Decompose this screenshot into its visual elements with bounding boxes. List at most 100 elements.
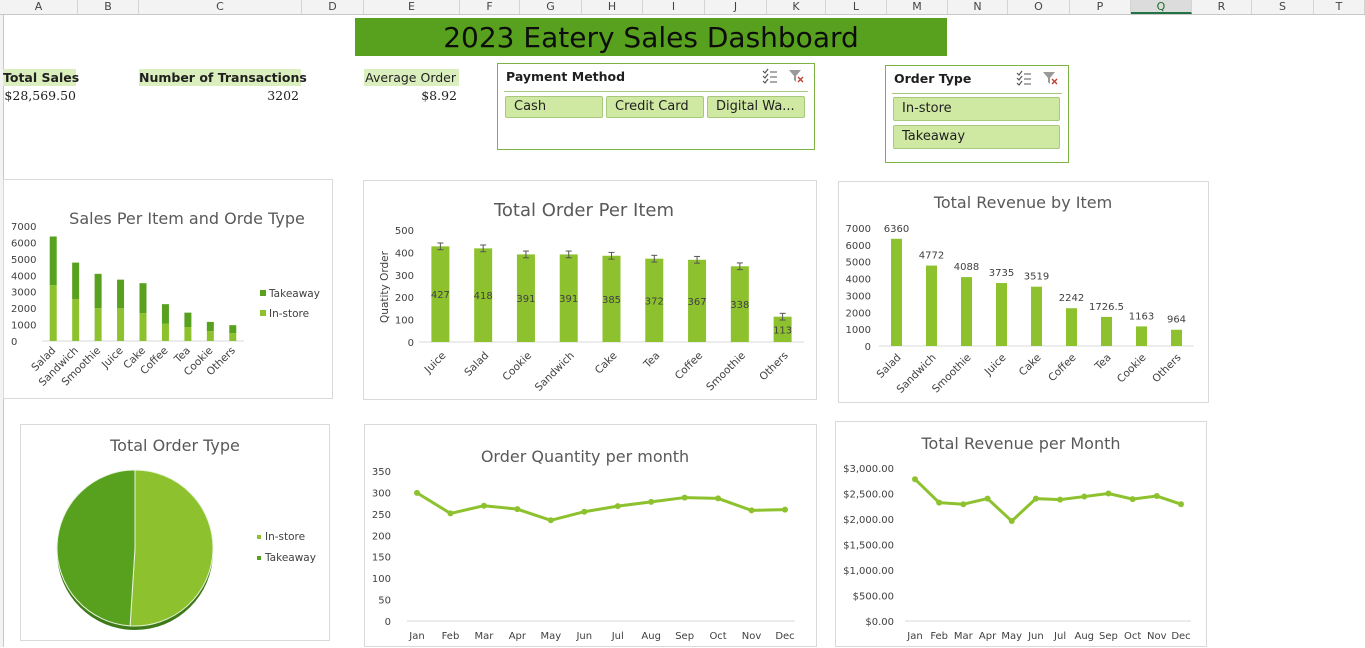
chart-total-revenue-by-item[interactable]: Total Revenue by Item 0 1000 2000 3000 4000 50… [838, 181, 1209, 403]
data-point[interactable] [782, 506, 788, 513]
data-point[interactable] [1153, 493, 1160, 500]
column-header-bar: ABCDEFGHIJKLMNOPQRST [0, 0, 1365, 15]
data-point[interactable] [1032, 495, 1039, 502]
column-header-g[interactable]: G [520, 0, 582, 14]
multi-select-icon[interactable] [1016, 70, 1032, 86]
bar-in-store[interactable] [229, 333, 237, 341]
data-point[interactable] [984, 495, 991, 502]
multi-select-icon[interactable] [762, 68, 778, 84]
data-point[interactable] [1081, 493, 1088, 500]
x-tick-label: Nov [742, 631, 762, 642]
bar[interactable] [1066, 308, 1077, 346]
data-point[interactable] [1178, 501, 1184, 508]
column-header-p[interactable]: P [1070, 0, 1131, 14]
bar-takeaway[interactable] [229, 325, 237, 334]
column-header-h[interactable]: H [582, 0, 643, 14]
bar-takeaway[interactable] [94, 273, 102, 309]
column-header-c[interactable]: C [139, 0, 302, 14]
bar-takeaway[interactable] [72, 262, 80, 300]
data-point[interactable] [547, 517, 554, 524]
data-point[interactable] [1008, 518, 1015, 525]
data-point[interactable] [1057, 496, 1064, 503]
data-point[interactable] [581, 508, 588, 515]
clear-filter-icon[interactable] [1042, 70, 1058, 86]
bar-takeaway[interactable] [139, 283, 147, 314]
column-header-b[interactable]: B [78, 0, 139, 14]
bar-in-store[interactable] [161, 323, 169, 341]
data-point[interactable] [912, 476, 918, 483]
bar-in-store[interactable] [139, 313, 147, 341]
column-header-i[interactable]: I [643, 0, 705, 14]
column-header-t[interactable]: T [1314, 0, 1365, 14]
data-point[interactable] [681, 494, 688, 501]
payment-method-title: Payment Method [506, 69, 626, 84]
column-header-e[interactable]: E [364, 0, 460, 14]
data-point[interactable] [748, 507, 755, 514]
data-point[interactable] [614, 503, 621, 510]
chart-total-order-per-item[interactable]: Total Order Per Item Quatity Order 0 100 200… [363, 180, 817, 400]
bar[interactable] [961, 277, 972, 346]
bar[interactable] [996, 283, 1007, 346]
bar-in-store[interactable] [94, 308, 102, 341]
data-point[interactable] [648, 498, 655, 505]
slicer-option-in-store[interactable]: In-store [893, 97, 1060, 121]
column-header-q[interactable]: Q [1131, 0, 1192, 14]
clear-filter-icon[interactable] [788, 68, 804, 84]
data-label: 3735 [989, 268, 1014, 279]
column-header-a[interactable]: A [0, 0, 78, 14]
x-tick-label: Tea [641, 350, 663, 372]
payment-method-slicer[interactable]: Payment Method Cash Credit Card Digital … [497, 63, 815, 150]
data-point[interactable] [1129, 496, 1136, 503]
bar-in-store[interactable] [49, 285, 57, 341]
bar-takeaway[interactable] [184, 312, 192, 328]
bar[interactable] [1136, 326, 1147, 346]
pie-slice-takeaway[interactable] [56, 469, 136, 627]
chart-revenue-per-month[interactable]: Total Revenue per Month $0.00 $500.00 $1,00… [835, 421, 1207, 647]
bar-in-store[interactable] [117, 308, 125, 341]
x-tick-label: Feb [930, 631, 948, 642]
slicer-option-digital-wallet[interactable]: Digital Wa... [707, 96, 805, 118]
chart-total-order-type[interactable]: Total Order Type In-store Takeaway [20, 424, 330, 641]
order-type-slicer[interactable]: Order Type In-store Takeaway [885, 65, 1069, 163]
slicer-option-credit-card[interactable]: Credit Card [606, 96, 704, 118]
series-line[interactable] [913, 478, 1182, 523]
column-header-n[interactable]: N [948, 0, 1008, 14]
y-tick-label: $1,500.00 [843, 541, 894, 552]
data-point[interactable] [414, 489, 420, 496]
bar-in-store[interactable] [72, 299, 80, 341]
column-header-s[interactable]: S [1252, 0, 1314, 14]
data-point[interactable] [447, 510, 454, 517]
data-point[interactable] [936, 499, 943, 506]
column-header-r[interactable]: R [1192, 0, 1252, 14]
bar[interactable] [1101, 316, 1112, 346]
column-header-j[interactable]: J [705, 0, 767, 14]
data-point[interactable] [480, 502, 487, 509]
column-header-l[interactable]: L [826, 0, 887, 14]
bar-takeaway[interactable] [49, 236, 57, 286]
bar-in-store[interactable] [184, 327, 192, 341]
bar-takeaway[interactable] [206, 321, 214, 332]
data-point[interactable] [514, 506, 521, 513]
bar[interactable] [1171, 329, 1182, 346]
slicer-option-cash[interactable]: Cash [505, 96, 603, 118]
bar-in-store[interactable] [206, 331, 214, 341]
column-header-f[interactable]: F [460, 0, 520, 14]
pie-slice-instore[interactable] [129, 469, 214, 627]
bar[interactable] [891, 238, 902, 346]
bar[interactable] [1031, 286, 1042, 346]
column-header-d[interactable]: D [302, 0, 364, 14]
column-header-k[interactable]: K [767, 0, 826, 14]
column-header-m[interactable]: M [887, 0, 948, 14]
bar-takeaway[interactable] [161, 304, 169, 324]
chart-sales-per-item[interactable]: Sales Per Item and Orde Type 0 1000 2000 300… [3, 179, 333, 399]
series-line[interactable] [416, 491, 786, 522]
bar[interactable] [926, 265, 937, 346]
bar-takeaway[interactable] [117, 279, 125, 309]
chart-order-qty-per-month[interactable]: Order Quantity per month 0 50 100 150 200 250 3… [364, 424, 817, 647]
column-header-o[interactable]: O [1008, 0, 1070, 14]
data-point[interactable] [960, 501, 967, 508]
slicer-option-takeaway[interactable]: Takeaway [893, 125, 1060, 149]
y-tick-label: 4000 [846, 275, 871, 286]
data-point[interactable] [715, 495, 722, 502]
data-point[interactable] [1105, 490, 1112, 497]
